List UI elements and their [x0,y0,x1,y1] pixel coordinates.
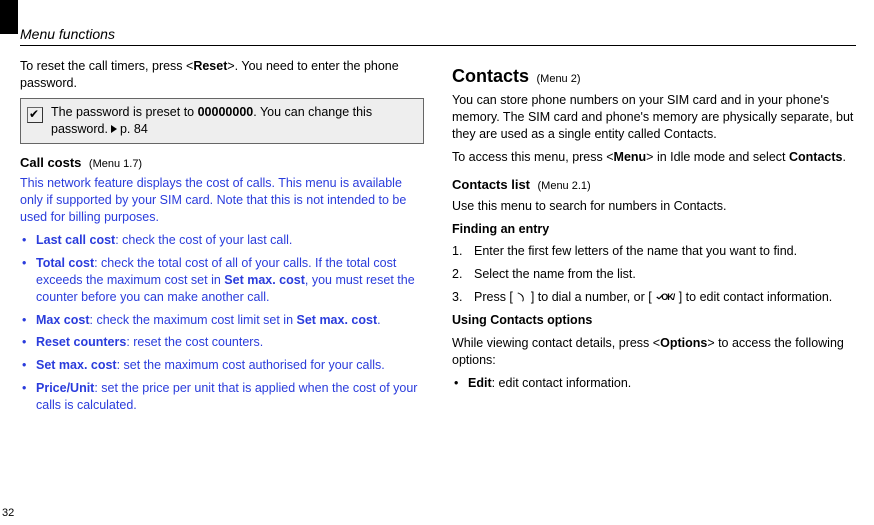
contacts-access: To access this menu, press <Menu> in Idl… [452,149,856,166]
manual-page: Menu functions To reset the call timers,… [0,0,874,525]
menu-keyword: Menu [614,150,647,164]
reset-keyword: Reset [193,59,227,73]
checkmark-icon [27,107,43,123]
list-item: Last call cost: check the cost of your l… [34,232,424,249]
options-description: While viewing contact details, press <Op… [452,335,856,369]
page-number: 32 [2,507,14,519]
contacts-keyword: Contacts [789,150,842,164]
bullet-desc: : set the price per unit that is applied… [36,381,417,412]
step-number: 3. [452,289,462,306]
finding-entry-steps: 1. Enter the first few letters of the nam… [452,243,856,306]
bullet-bold: Set max. cost [224,273,305,287]
right-column: Contacts (Menu 2) You can store phone nu… [452,58,856,505]
options-bullets: Edit: edit contact information. [452,375,856,392]
dial-icon [516,292,527,303]
list-item: Set max. cost: set the maximum cost auth… [34,357,424,374]
note-box: The password is preset to 00000000. You … [20,98,424,144]
call-costs-bullets: Last call cost: check the cost of your l… [20,232,424,414]
bullet-desc: : check the cost of your last call. [115,233,292,247]
step-text: Press [ [474,290,516,304]
note-text: The password is preset to [51,105,198,119]
bullet-desc: : reset the cost counters. [126,335,263,349]
step-text: Select the name from the list. [474,267,636,281]
bullet-label: Last call cost [36,233,115,247]
options-keyword: Options [660,336,707,350]
bullet-desc: : edit contact information. [492,376,632,390]
list-item: Max cost: check the maximum cost limit s… [34,312,424,329]
section-subtitle: (Menu 1.7) [89,158,142,170]
page-tab-decoration [0,0,18,34]
step-text: ] to dial a number, or [ [527,290,655,304]
list-item: 1.Enter the first few letters of the nam… [474,243,856,260]
contacts-list-description: Use this menu to search for numbers in C… [452,198,856,215]
page-header-title: Menu functions [20,26,115,42]
list-item: 3.Press [ ] to dial a number, or [ OK/ ]… [474,289,856,306]
content-columns: To reset the call timers, press <Reset>.… [20,58,856,505]
call-costs-description: This network feature displays the cost o… [20,175,424,226]
bullet-label: Edit [468,376,492,390]
header-divider [20,45,856,46]
contacts-list-heading: Contacts list (Menu 2.1) [452,176,856,194]
bullet-label: Set max. cost [36,358,117,372]
list-item: Total cost: check the total cost of all … [34,255,424,306]
reset-instruction: To reset the call timers, press <Reset>.… [20,58,424,92]
bullet-desc: . [377,313,380,327]
step-text: Enter the first few letters of the name … [474,244,797,258]
bullet-label: Max cost [36,313,90,327]
call-costs-heading: Call costs (Menu 1.7) [20,154,424,172]
note-page-ref: p. 84 [120,122,148,136]
contacts-description: You can store phone numbers on your SIM … [452,92,856,143]
step-number: 2. [452,266,462,283]
step-text: ] to edit contact information. [675,290,832,304]
section-title: Contacts [452,66,529,86]
ok-icon: OK/ [655,292,675,303]
text: > in Idle mode and select [646,150,789,164]
list-item: Reset counters: reset the cost counters. [34,334,424,351]
bullet-desc: : check the maximum cost limit set in [90,313,297,327]
list-item: Edit: edit contact information. [466,375,856,392]
note-password: 00000000 [198,105,254,119]
list-item: 2.Select the name from the list. [474,266,856,283]
text: . [842,150,845,164]
section-subtitle: (Menu 2) [537,73,581,85]
text: To reset the call timers, press < [20,59,193,73]
bullet-desc: : set the maximum cost authorised for yo… [117,358,385,372]
contacts-heading: Contacts (Menu 2) [452,64,856,88]
section-subtitle: (Menu 2.1) [538,180,591,192]
text: To access this menu, press < [452,150,614,164]
options-heading: Using Contacts options [452,312,856,329]
section-title: Contacts list [452,177,530,192]
reference-arrow-icon [111,125,117,133]
bullet-label: Price/Unit [36,381,94,395]
bullet-label: Total cost [36,256,94,270]
step-number: 1. [452,243,462,260]
left-column: To reset the call timers, press <Reset>.… [20,58,424,505]
list-item: Price/Unit: set the price per unit that … [34,380,424,414]
finding-entry-heading: Finding an entry [452,221,856,238]
bullet-label: Reset counters [36,335,126,349]
section-title: Call costs [20,155,81,170]
text: While viewing contact details, press < [452,336,660,350]
bullet-bold: Set max. cost [297,313,378,327]
